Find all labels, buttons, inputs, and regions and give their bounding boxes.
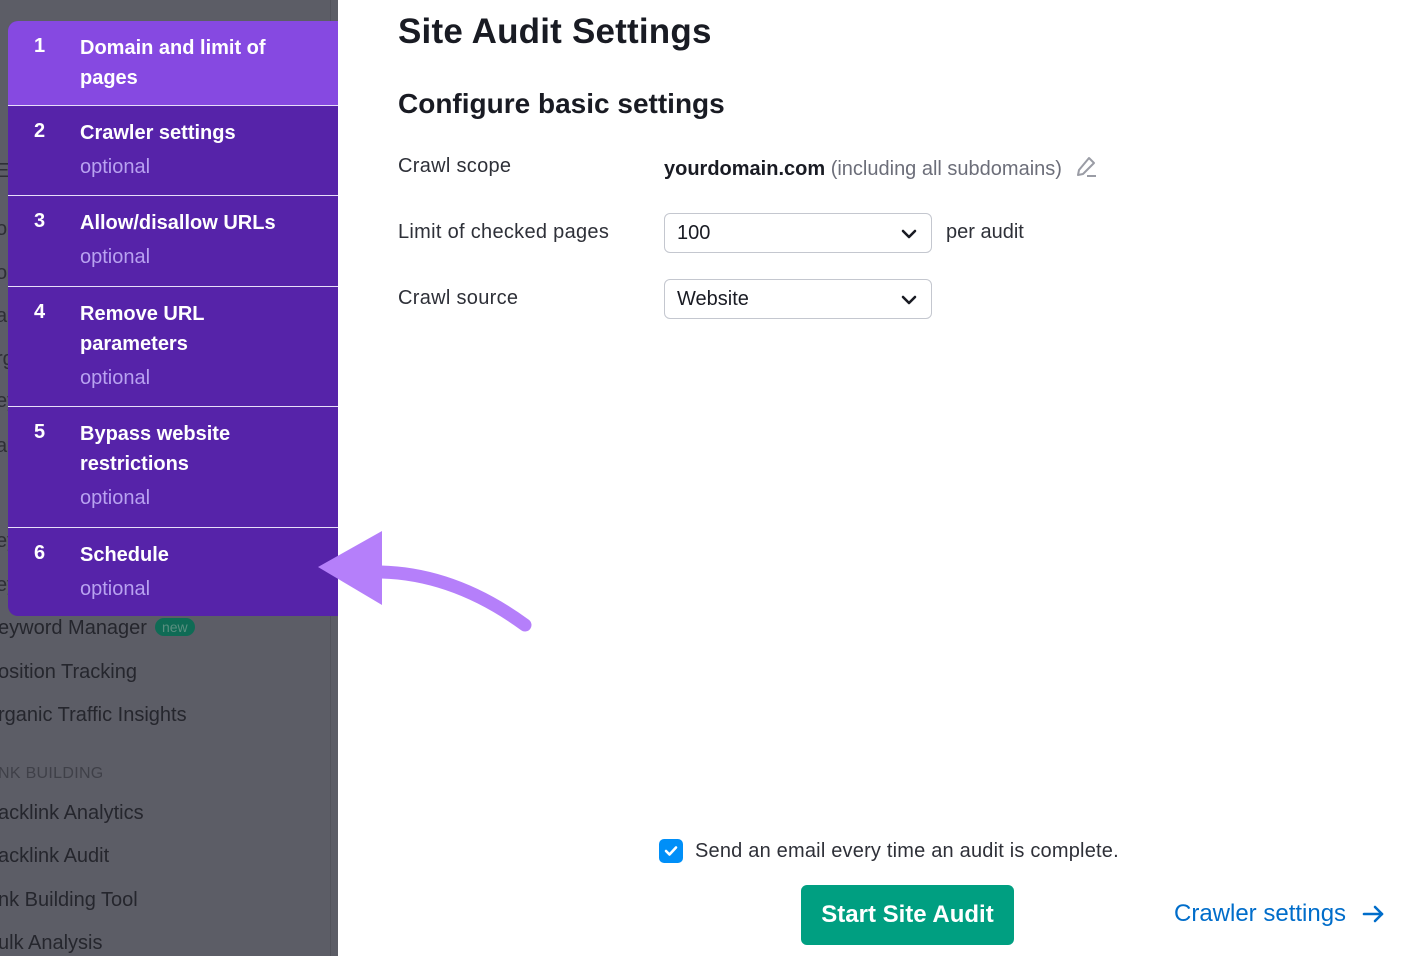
arrow-right-icon <box>1362 905 1384 923</box>
sidebar-item-label: acklink Analytics <box>0 802 144 824</box>
sidebar-item-label: ulk Analysis <box>0 932 103 954</box>
step-title: Crawler settings <box>80 122 236 144</box>
sidebar-item-label: nk Building Tool <box>0 889 138 911</box>
step-title: Allow/disallow URLs <box>80 212 276 234</box>
sidebar-fragment: a <box>0 305 8 327</box>
step-domain-and-limit[interactable]: 1 Domain and limit of pages <box>8 21 338 106</box>
sidebar-fragment: o <box>0 218 8 240</box>
limit-select[interactable]: 100 <box>664 213 932 253</box>
step-optional-label: optional <box>80 367 151 389</box>
start-site-audit-button[interactable]: Start Site Audit <box>801 885 1014 945</box>
step-optional-label: optional <box>80 578 151 600</box>
step-number: 4 <box>34 301 46 323</box>
page-title: Site Audit Settings <box>398 12 712 51</box>
checkmark-icon <box>664 846 678 856</box>
sidebar-section-link-building: NK BUILDING <box>0 765 104 782</box>
sidebar-item-backlink-analytics[interactable]: acklink Analytics <box>0 802 144 825</box>
step-optional-label: optional <box>80 246 151 268</box>
step-bypass-website-restrictions[interactable]: 5 Bypass website restrictions optional <box>8 407 338 528</box>
step-remove-url-parameters[interactable]: 4 Remove URL parameters optional <box>8 287 338 407</box>
sidebar-item-backlink-audit[interactable]: acklink Audit <box>0 845 109 868</box>
step-optional-label: optional <box>80 487 151 509</box>
sidebar-item-label: osition Tracking <box>0 661 137 683</box>
sidebar-item-label: rganic Traffic Insights <box>0 704 187 726</box>
step-schedule[interactable]: 6 Schedule optional <box>8 528 338 616</box>
email-checkbox-label: Send an email every time an audit is com… <box>695 839 1119 862</box>
step-title: Bypass website restrictions <box>80 423 231 475</box>
crawl-scope-domain: yourdomain.com <box>664 158 826 180</box>
sidebar-item-bulk-analysis[interactable]: ulk Analysis <box>0 932 103 955</box>
step-number: 3 <box>34 210 46 232</box>
email-checkbox[interactable] <box>659 839 683 863</box>
pencil-icon[interactable] <box>1074 155 1098 185</box>
crawl-source-value: Website <box>677 288 749 310</box>
step-number: 1 <box>34 35 46 57</box>
crawl-scope-note: (including all subdomains) <box>830 158 1062 180</box>
sidebar-fragment: a <box>0 435 8 457</box>
crawl-source-label: Crawl source <box>398 287 519 309</box>
step-number: 5 <box>34 421 46 443</box>
limit-select-value: 100 <box>677 222 711 244</box>
email-notification-row: Send an email every time an audit is com… <box>659 839 1119 863</box>
crawler-settings-link-label: Crawler settings <box>1174 900 1347 927</box>
crawl-scope-value: yourdomain.com (including all subdomains… <box>664 155 1098 185</box>
settings-steps-menu: 1 Domain and limit of pages 2 Crawler se… <box>8 21 338 616</box>
sidebar-fragment: o <box>0 262 8 284</box>
step-title: Schedule <box>80 544 169 566</box>
crawler-settings-link[interactable]: Crawler settings <box>1174 900 1386 928</box>
crawl-source-select[interactable]: Website <box>664 279 932 319</box>
section-title: Configure basic settings <box>398 88 725 119</box>
sidebar-item-link-building-tool[interactable]: nk Building Tool <box>0 889 138 912</box>
step-title: Remove URL parameters <box>80 303 205 355</box>
sidebar-item-position-tracking[interactable]: osition Tracking <box>0 661 137 684</box>
chevron-down-icon <box>901 229 917 239</box>
step-title: Domain and limit of pages <box>80 37 266 89</box>
main-content: Site Audit Settings Configure basic sett… <box>398 0 1417 956</box>
step-crawler-settings[interactable]: 2 Crawler settings optional <box>8 106 338 196</box>
sidebar-item-label: acklink Audit <box>0 845 110 867</box>
step-optional-label: optional <box>80 156 151 178</box>
new-badge: new <box>154 618 195 636</box>
limit-label: Limit of checked pages <box>398 221 610 243</box>
step-number: 6 <box>34 542 46 564</box>
step-number: 2 <box>34 120 46 142</box>
sidebar-item-label: eyword Manager <box>0 617 147 639</box>
sidebar-item-organic-traffic-insights[interactable]: rganic Traffic Insights <box>0 704 187 727</box>
sidebar-item-keyword-manager[interactable]: eyword Manager new <box>0 617 195 640</box>
per-audit-label: per audit <box>946 221 1024 243</box>
crawl-scope-label: Crawl scope <box>398 155 512 177</box>
chevron-down-icon <box>901 295 917 305</box>
step-allow-disallow-urls[interactable]: 3 Allow/disallow URLs optional <box>8 196 338 287</box>
